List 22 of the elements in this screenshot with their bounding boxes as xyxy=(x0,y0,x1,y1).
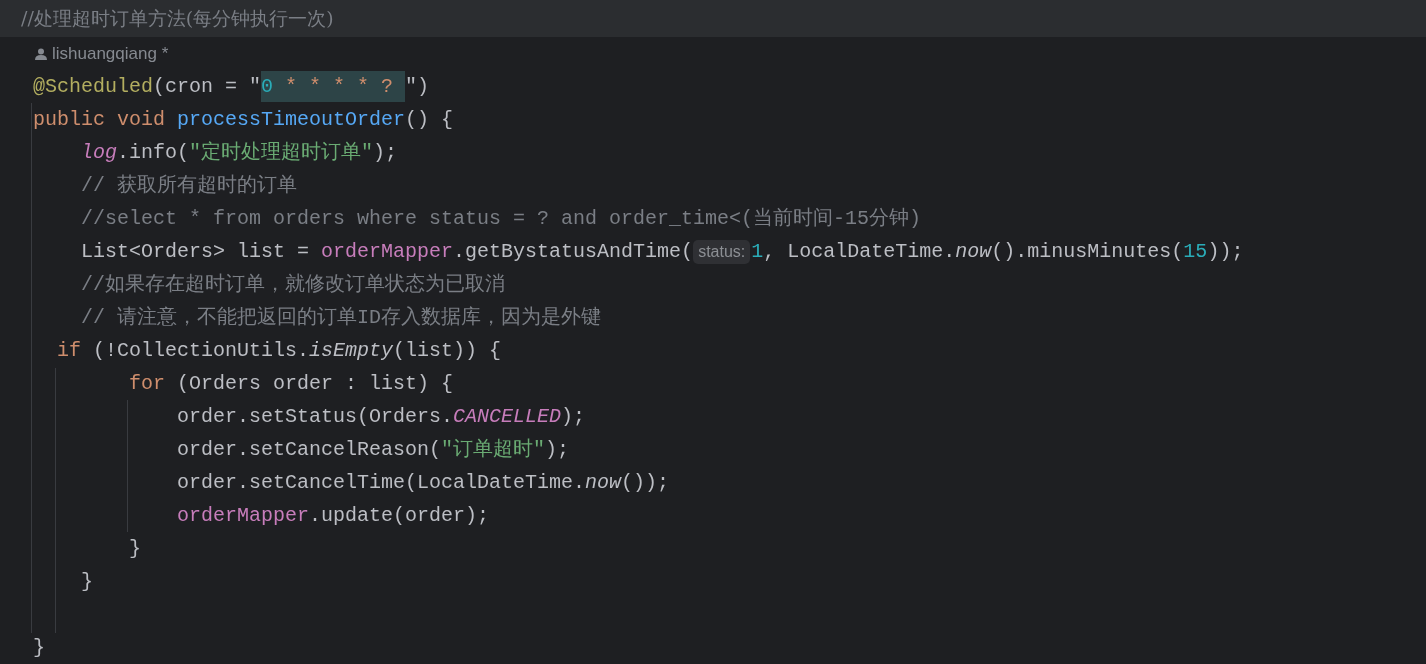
code-comment: //处理超时订单方法(每分钟执行一次) xyxy=(21,5,334,31)
code-line: } xyxy=(128,536,142,562)
code-line: //select * from orders where status = ? and order_time<(当前时间-15分钟) xyxy=(80,206,922,232)
code-line: // 获取所有超时的订单 xyxy=(80,173,297,199)
code-line: } xyxy=(80,569,93,595)
code-line: order.setCancelReason("订单超时"); xyxy=(176,437,570,463)
code-line: public void processTimeoutOrder() { xyxy=(33,107,454,133)
code-line: if (!CollectionUtils.isEmpty(list)) { xyxy=(56,338,502,364)
code-line: for (Orders order : list) { xyxy=(128,371,454,397)
author-label[interactable]: lishuangqiang * xyxy=(52,43,169,64)
code-line: @Scheduled(cron = "0 * * * * ? ") xyxy=(33,71,430,102)
code-line: List<Orders> list = orderMapper.getBystatusAndTime( xyxy=(80,239,694,265)
code-line: log.info("定时处理超时订单"); xyxy=(80,140,398,166)
code-line: order.setCancelTime(LocalDateTime.now()); xyxy=(176,470,670,496)
code-line: orderMapper.update(order); xyxy=(176,503,490,529)
code-line: // 请注意，不能把返回的订单ID存入数据库，因为是外键 xyxy=(80,305,602,331)
inlay-hint: status: xyxy=(693,239,751,264)
code-line: 1, LocalDateTime.now().minusMinutes(15)); xyxy=(751,239,1244,265)
code-line: //如果存在超时订单，就修改订单状态为已取消 xyxy=(80,272,505,298)
user-icon xyxy=(35,47,47,60)
code-line: order.setStatus(Orders.CANCELLED); xyxy=(176,404,586,430)
code-line: } xyxy=(33,635,45,661)
